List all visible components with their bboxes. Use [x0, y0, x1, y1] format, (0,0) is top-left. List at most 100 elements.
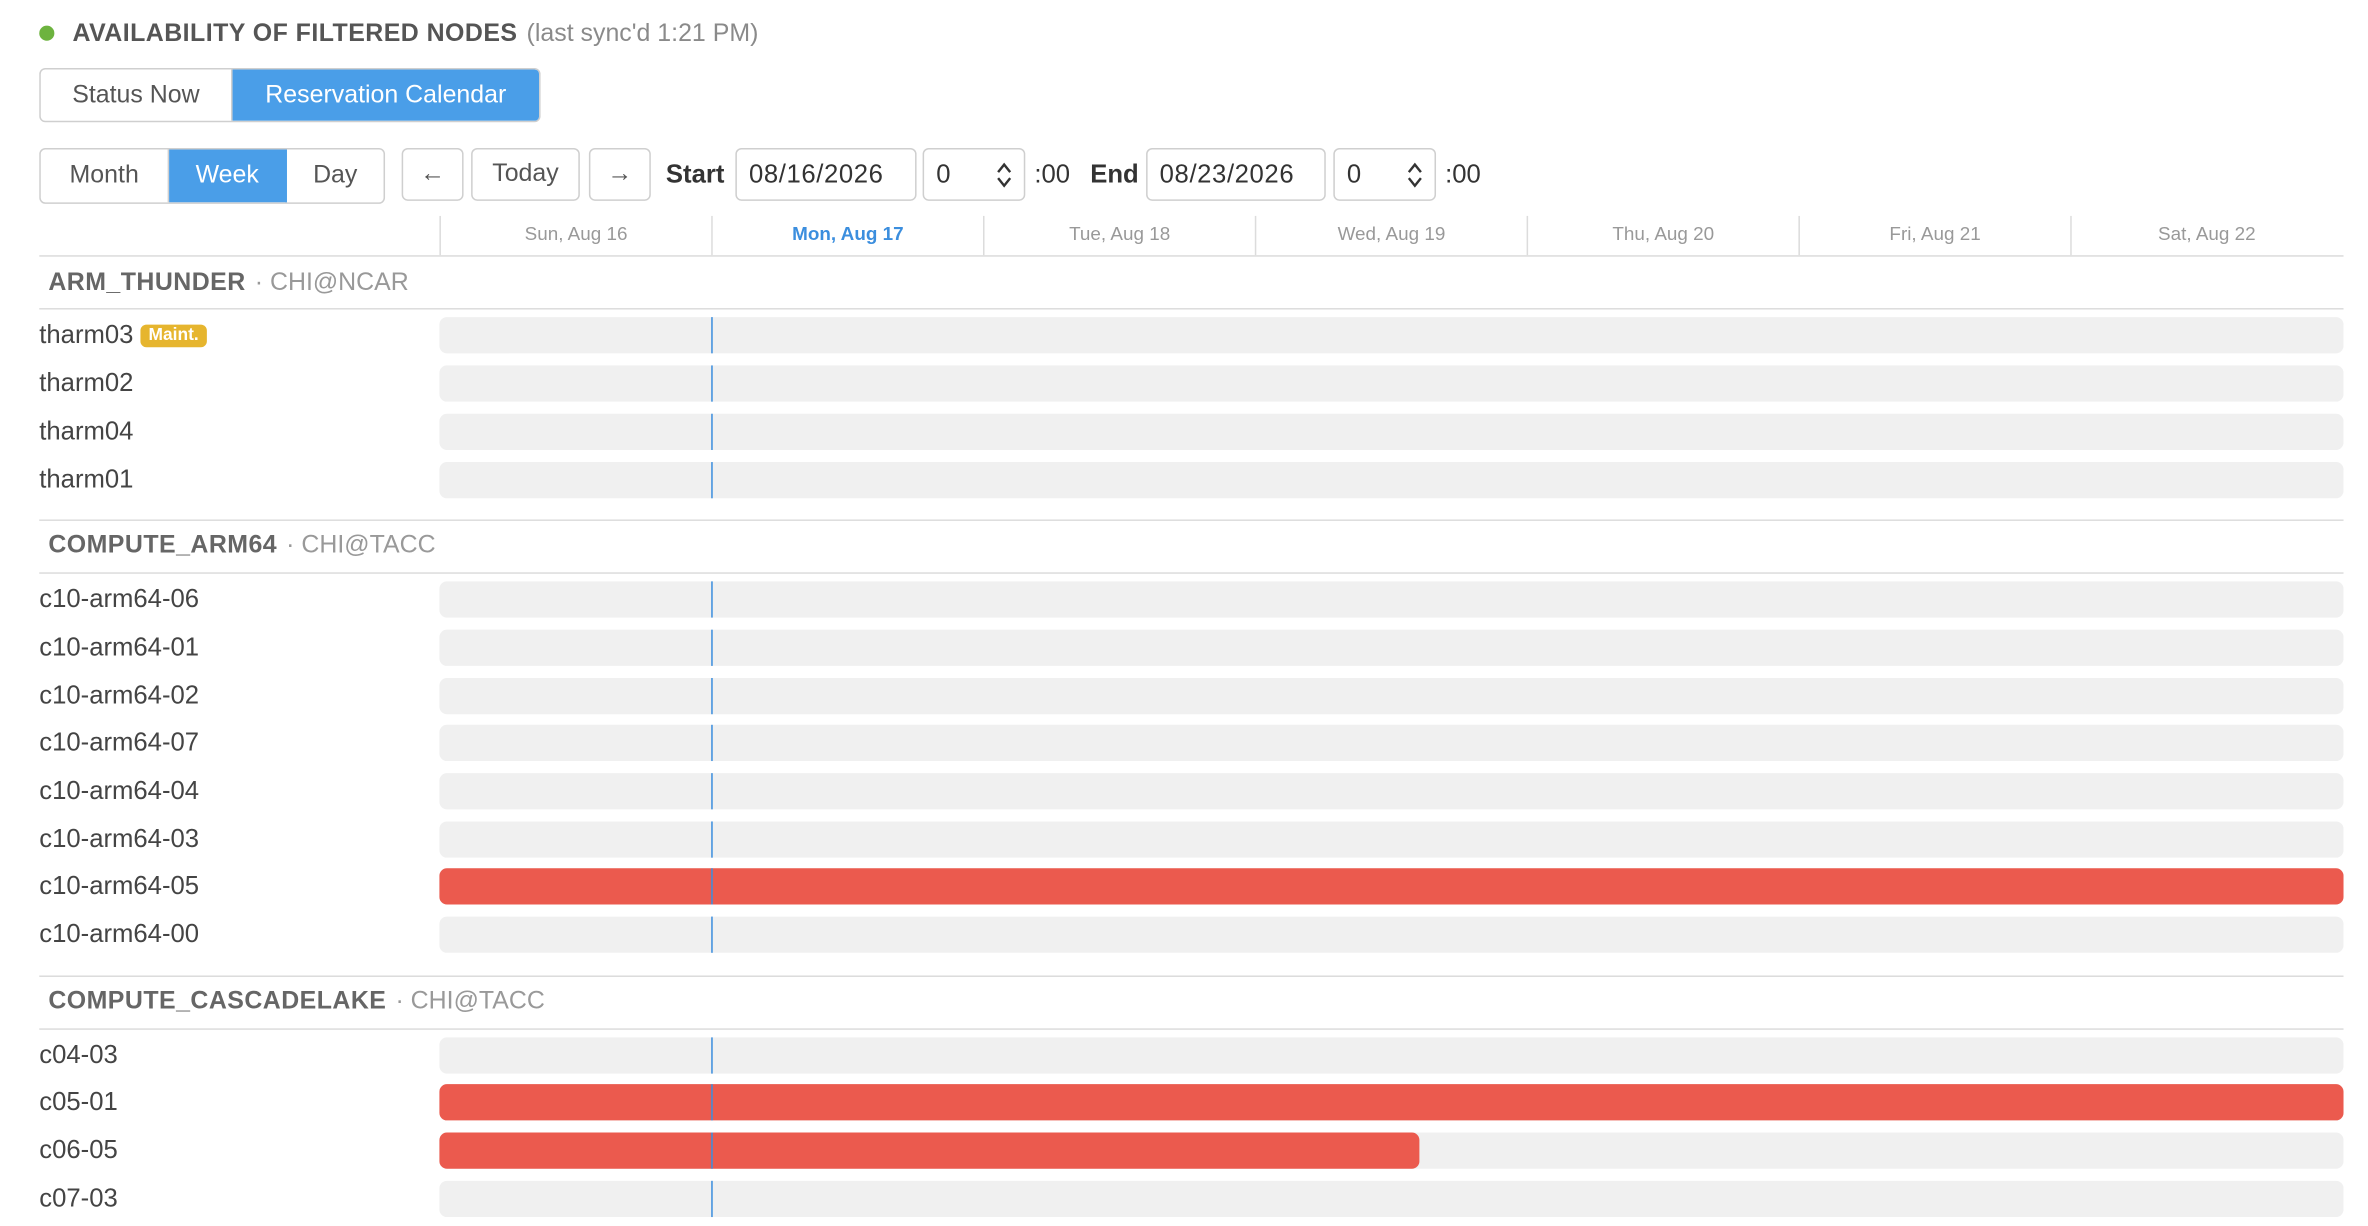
- node-row: c06-05: [39, 1132, 2344, 1169]
- availability-track[interactable]: [439, 413, 2344, 450]
- node-name[interactable]: c06-05: [39, 1133, 117, 1169]
- day-column-header: Tue, Aug 18: [983, 215, 1255, 256]
- availability-track[interactable]: [439, 916, 2344, 953]
- group-name: COMPUTE_ARM64: [48, 530, 278, 558]
- last-sync-text: (last sync'd 1:21 PM): [526, 18, 759, 47]
- day-column-header: Sat, Aug 22: [2070, 215, 2342, 256]
- availability-track[interactable]: [439, 317, 2344, 354]
- node-name[interactable]: tharm02: [39, 365, 133, 401]
- group-site: · CHI@TACC: [395, 986, 545, 1014]
- availability-track[interactable]: [439, 1132, 2344, 1169]
- start-date-input[interactable]: [736, 159, 916, 190]
- range-toggle: Month Week Day: [39, 147, 386, 204]
- start-label: Start: [665, 160, 725, 189]
- node-row: c10-arm64-01: [39, 629, 2344, 666]
- current-time-marker: [711, 773, 713, 810]
- tab-status-now[interactable]: Status Now: [41, 69, 233, 121]
- current-time-marker: [711, 317, 713, 354]
- availability-track[interactable]: [439, 581, 2344, 618]
- current-time-marker: [711, 868, 713, 905]
- availability-track[interactable]: [439, 868, 2344, 905]
- start-hour-stepper[interactable]: [922, 147, 1026, 201]
- end-date-field[interactable]: [1146, 147, 1326, 201]
- previous-week-button[interactable]: ←: [401, 147, 464, 201]
- divider: [39, 572, 2344, 574]
- availability-track[interactable]: [439, 677, 2344, 715]
- node-row: c10-arm64-06: [39, 581, 2344, 618]
- node-row: tharm03 Maint.: [39, 317, 2344, 354]
- range-week-button[interactable]: Week: [169, 149, 287, 203]
- divider: [39, 975, 2344, 977]
- node-name[interactable]: c10-arm64-02: [39, 678, 199, 714]
- reservation-bar[interactable]: [439, 868, 2344, 905]
- divider: [39, 255, 2344, 257]
- node-row: tharm02: [39, 365, 2344, 402]
- current-time-marker: [711, 413, 713, 450]
- node-name[interactable]: c10-arm64-06: [39, 581, 199, 617]
- availability-track[interactable]: [439, 821, 2344, 858]
- availability-track[interactable]: [439, 1084, 2344, 1121]
- node-name[interactable]: c07-03: [39, 1181, 117, 1217]
- range-day-button[interactable]: Day: [287, 149, 384, 202]
- divider: [39, 308, 2344, 310]
- group-header: COMPUTE_ARM64 · CHI@TACC: [48, 529, 435, 562]
- panel-title: AVAILABILITY OF FILTERED NODES: [72, 18, 518, 47]
- group-header: ARM_THUNDER · CHI@NCAR: [48, 266, 408, 299]
- current-time-marker: [711, 916, 713, 953]
- group-name: ARM_THUNDER: [48, 268, 246, 296]
- availability-track[interactable]: [439, 724, 2344, 762]
- end-date-input[interactable]: [1147, 159, 1325, 190]
- node-name[interactable]: c10-arm64-03: [39, 821, 199, 857]
- end-label: End: [1090, 160, 1139, 189]
- availability-track[interactable]: [439, 1180, 2344, 1218]
- node-row: c10-arm64-05: [39, 868, 2344, 905]
- arrow-right-icon: →: [607, 160, 633, 188]
- tab-reservation-calendar[interactable]: Reservation Calendar: [232, 69, 540, 121]
- current-time-marker: [711, 1084, 713, 1121]
- today-button[interactable]: Today: [471, 147, 580, 201]
- availability-panel: AVAILABILITY OF FILTERED NODES (last syn…: [0, 0, 2368, 1226]
- group-header: COMPUTE_CASCADELAKE · CHI@TACC: [48, 985, 545, 1018]
- availability-track[interactable]: [439, 629, 2344, 666]
- node-row: c10-arm64-07: [39, 724, 2344, 762]
- node-name[interactable]: c04-03: [39, 1037, 117, 1073]
- node-name[interactable]: c10-arm64-04: [39, 773, 199, 809]
- node-name[interactable]: tharm01: [39, 462, 133, 498]
- stepper-arrows-icon[interactable]: [1407, 160, 1422, 190]
- current-time-marker: [711, 677, 713, 715]
- node-name[interactable]: c10-arm64-01: [39, 630, 199, 666]
- start-date-field[interactable]: [735, 147, 917, 201]
- day-column-header: Sun, Aug 16: [439, 215, 711, 256]
- reservation-bar[interactable]: [439, 1084, 2344, 1121]
- availability-track[interactable]: [439, 462, 2344, 499]
- node-name[interactable]: c10-arm64-05: [39, 868, 199, 904]
- current-time-marker: [711, 462, 713, 499]
- node-row: c10-arm64-02: [39, 677, 2344, 715]
- end-hour-stepper[interactable]: [1333, 147, 1437, 201]
- reservation-bar[interactable]: [439, 1132, 1419, 1169]
- node-row: c05-01: [39, 1084, 2344, 1121]
- range-month-button[interactable]: Month: [41, 149, 170, 203]
- node-name[interactable]: c05-01: [39, 1084, 117, 1120]
- current-time-marker: [711, 629, 713, 666]
- node-name[interactable]: c10-arm64-07: [39, 725, 199, 761]
- node-row: tharm01: [39, 462, 2344, 499]
- next-week-button[interactable]: →: [588, 147, 651, 201]
- availability-track[interactable]: [439, 773, 2344, 810]
- panel-header: AVAILABILITY OF FILTERED NODES (last syn…: [39, 18, 758, 48]
- availability-track[interactable]: [439, 1037, 2344, 1074]
- availability-track[interactable]: [439, 365, 2344, 402]
- node-name[interactable]: c10-arm64-00: [39, 917, 199, 953]
- sync-status-dot: [39, 25, 55, 41]
- day-column-header: Wed, Aug 19: [1254, 215, 1527, 256]
- current-time-marker: [711, 1037, 713, 1074]
- node-name[interactable]: tharm04: [39, 414, 133, 450]
- current-time-marker: [711, 365, 713, 402]
- end-minutes-suffix: :00: [1445, 160, 1481, 189]
- node-name[interactable]: tharm03 Maint.: [39, 317, 207, 353]
- stepper-arrows-icon[interactable]: [997, 160, 1012, 190]
- node-row: tharm04: [39, 413, 2344, 450]
- node-row: c07-03: [39, 1180, 2344, 1218]
- group-site: · CHI@TACC: [286, 530, 436, 558]
- day-column-header: Fri, Aug 21: [1798, 215, 2070, 256]
